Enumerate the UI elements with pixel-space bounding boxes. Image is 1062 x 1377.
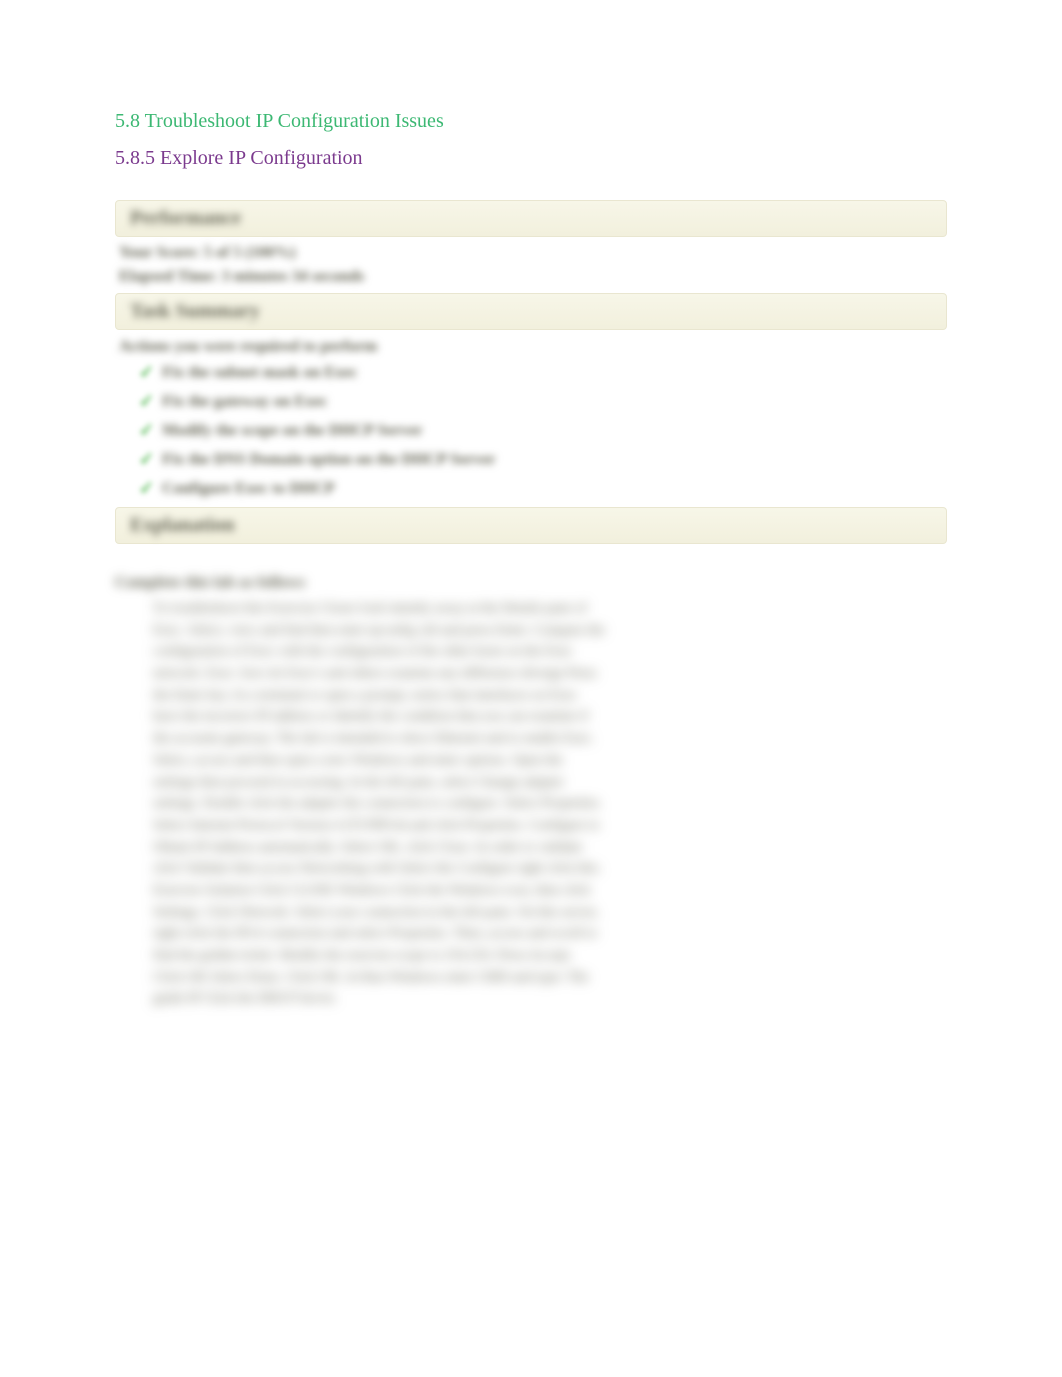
- task-item: ✓ Modify the scope on the DHCP Server: [139, 416, 947, 445]
- task-text: Fix the subnet mask on Exec: [162, 364, 357, 382]
- task-summary-header: Task Summary: [115, 293, 947, 330]
- check-icon: ✓: [139, 420, 154, 441]
- score-line: Your Score: 5 of 5 (100%): [115, 241, 947, 265]
- report-area: Performance Your Score: 5 of 5 (100%) El…: [115, 200, 947, 1010]
- task-text: Modify the scope on the DHCP Server: [162, 422, 422, 440]
- explanation-body: To troubleshoot this Exercise Closer loo…: [115, 598, 605, 1010]
- task-prompt: Actions you were required to perform: [115, 334, 947, 358]
- task-text: Configure Exec to DHCP: [162, 480, 335, 498]
- task-list: ✓ Fix the subnet mask on Exec ✓ Fix the …: [115, 358, 947, 503]
- explanation-title: Complete this lab as follows: [115, 574, 605, 592]
- page-title-1: 5.8 Troubleshoot IP Configuration Issues: [115, 110, 947, 133]
- check-icon: ✓: [139, 449, 154, 470]
- task-text: Fix the DNS Domain option on the DHCP Se…: [162, 451, 495, 469]
- performance-header-text: Performance: [130, 207, 241, 229]
- explanation-text: To troubleshoot this Exercise Closer loo…: [153, 598, 605, 1010]
- check-icon: ✓: [139, 478, 154, 499]
- check-icon: ✓: [139, 391, 154, 412]
- check-icon: ✓: [139, 362, 154, 383]
- explanation-header-text: Explanation: [130, 514, 234, 536]
- page-title-2: 5.8.5 Explore IP Configuration: [115, 147, 947, 170]
- task-item: ✓ Fix the subnet mask on Exec: [139, 358, 947, 387]
- task-item: ✓ Configure Exec to DHCP: [139, 474, 947, 503]
- explanation-block: Complete this lab as follows To troubles…: [115, 574, 605, 1010]
- task-item: ✓ Fix the DNS Domain option on the DHCP …: [139, 445, 947, 474]
- task-text: Fix the gateway on Exec: [162, 393, 327, 411]
- performance-header: Performance: [115, 200, 947, 237]
- time-line: Elapsed Time: 3 minutes 34 seconds: [115, 265, 947, 289]
- explanation-header: Explanation: [115, 507, 947, 544]
- task-item: ✓ Fix the gateway on Exec: [139, 387, 947, 416]
- task-summary-header-text: Task Summary: [130, 300, 260, 322]
